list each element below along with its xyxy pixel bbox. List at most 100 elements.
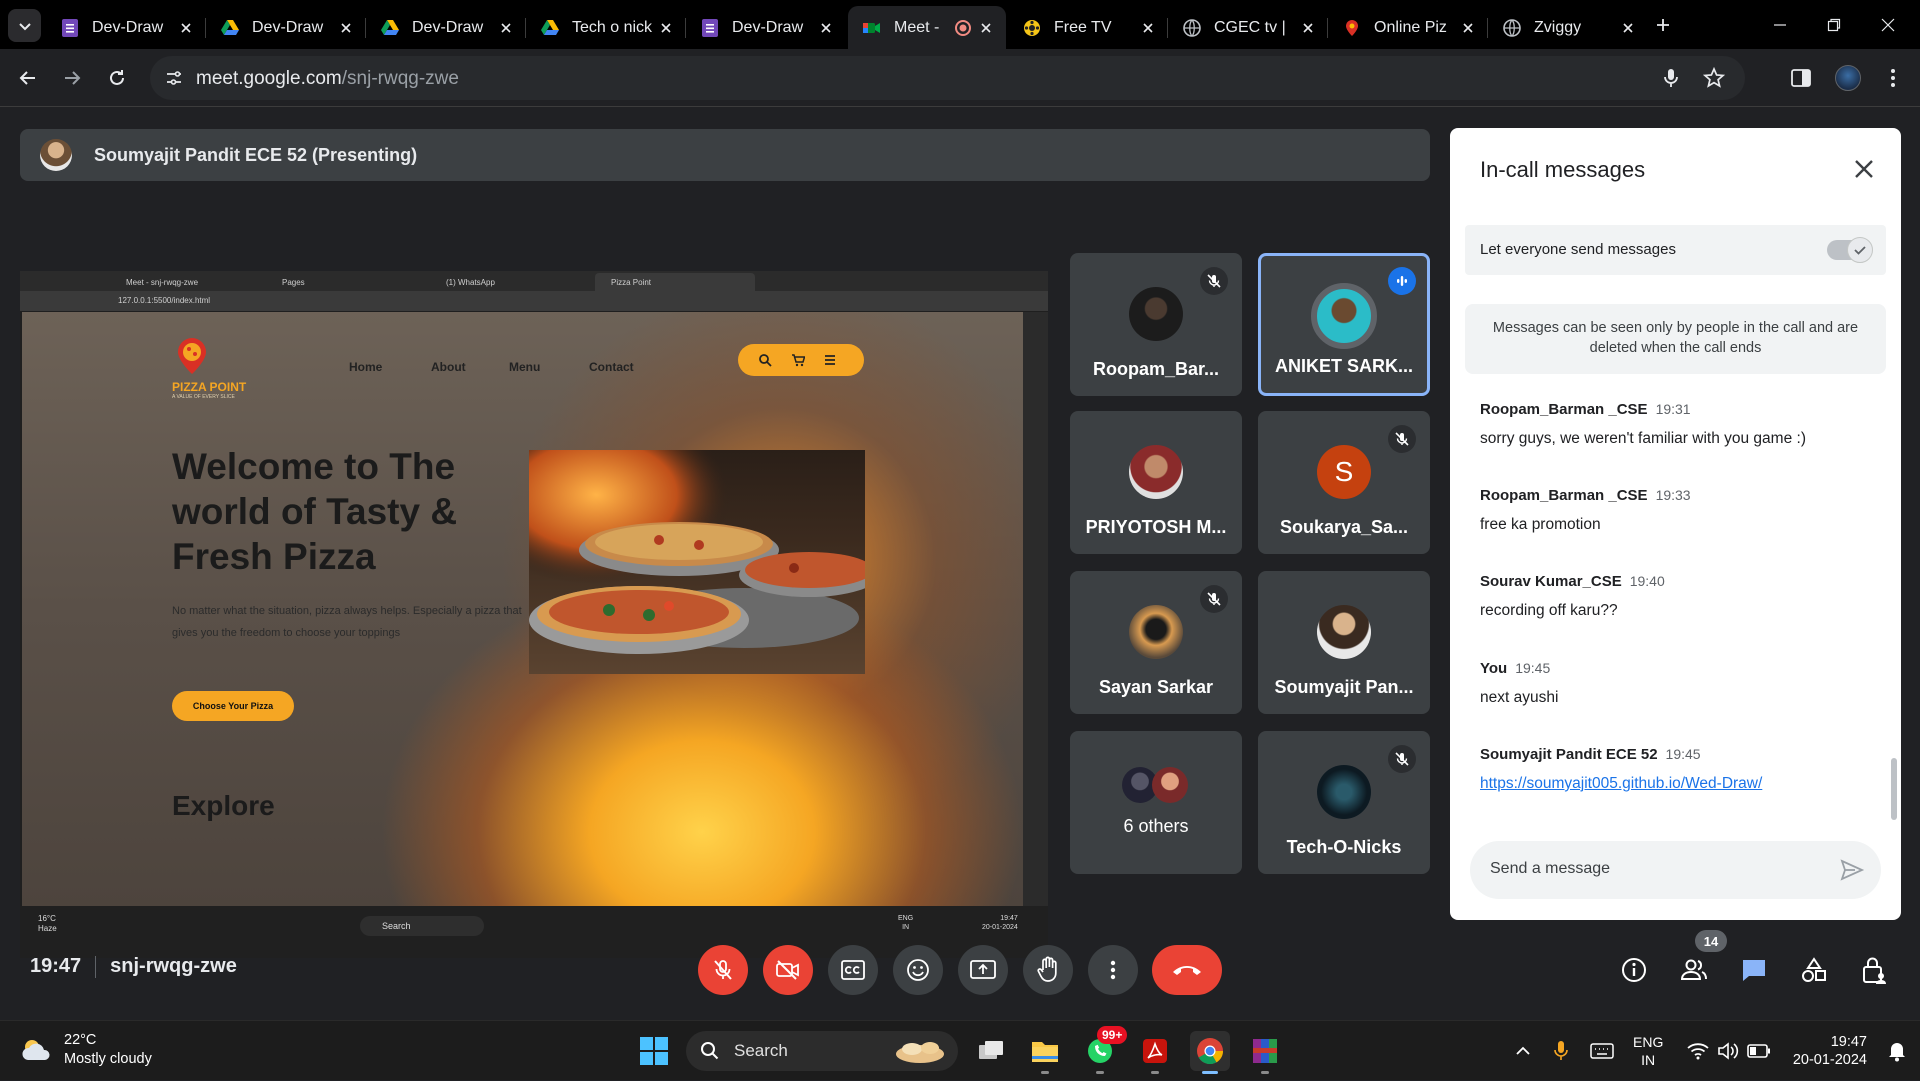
battery-icon[interactable] [1747, 1044, 1771, 1058]
whatsapp-button[interactable]: 99+ [1080, 1026, 1128, 1074]
participant-tile[interactable]: Tech-O-Nicks [1258, 731, 1430, 874]
camera-off-icon [776, 960, 799, 980]
close-icon[interactable] [1851, 156, 1877, 182]
participant-group-tile[interactable]: 6 others [1070, 731, 1242, 874]
message-time: 19:45 [1515, 660, 1551, 676]
taskbar-clock[interactable]: 19:47 20-01-2024 [1787, 1033, 1867, 1069]
participant-tile[interactable]: PRIYOTOSH M... [1070, 411, 1242, 554]
send-icon[interactable] [1839, 857, 1865, 883]
site-headline: Welcome to The world of Tasty & Fresh Pi… [172, 446, 458, 577]
language-indicator[interactable]: ENG IN [1633, 1033, 1663, 1069]
drive-icon [381, 19, 399, 35]
side-panel-button[interactable] [1784, 61, 1818, 95]
close-icon[interactable] [978, 20, 994, 36]
message-link[interactable]: https://soumyajit005.github.io/Wed-Draw/ [1480, 775, 1762, 792]
bookmark-star-icon[interactable] [1703, 67, 1725, 89]
running-indicator [1041, 1071, 1049, 1074]
speaking-indicator [1388, 267, 1416, 295]
closed-captions-icon [841, 960, 865, 980]
address-bar[interactable]: meet.google.com/snj-rwqg-zwe [150, 56, 1745, 100]
host-controls-button[interactable] [1851, 947, 1897, 993]
people-button[interactable] [1671, 947, 1717, 993]
acrobat-button[interactable] [1135, 1031, 1175, 1074]
tab-title: Meet - [894, 18, 940, 36]
notification-bell-icon[interactable] [1887, 1040, 1907, 1062]
close-icon[interactable] [1460, 20, 1476, 36]
close-icon[interactable] [498, 20, 514, 36]
cloudy-weather-icon [22, 1040, 50, 1060]
present-button[interactable] [958, 945, 1008, 995]
site-nav-about: About [431, 360, 466, 374]
close-icon[interactable] [1620, 20, 1636, 36]
mic-toggle-button[interactable] [698, 945, 748, 995]
minimize-button[interactable] [1760, 8, 1800, 42]
language-line2: IN [1641, 1052, 1656, 1068]
chat-button[interactable] [1731, 947, 1777, 993]
browser-tab-active[interactable]: Meet - [848, 6, 1006, 49]
start-button[interactable] [634, 1031, 674, 1071]
browser-tab[interactable]: CGEC tv | [1168, 6, 1328, 49]
close-icon[interactable] [1300, 20, 1316, 36]
raise-hand-button[interactable] [1023, 945, 1073, 995]
activities-button[interactable] [1791, 947, 1837, 993]
taskbar-search[interactable]: Search [686, 1031, 958, 1071]
emoji-icon [907, 959, 929, 981]
microphone-icon[interactable] [1661, 67, 1681, 89]
weather-widget[interactable]: 22°C Mostly cloudy [20, 1031, 152, 1069]
microphone-in-use-icon[interactable] [1553, 1040, 1569, 1062]
allow-messages-toggle[interactable] [1827, 237, 1873, 263]
wifi-icon[interactable] [1687, 1042, 1709, 1060]
close-icon[interactable] [818, 20, 834, 36]
browser-tab[interactable]: Dev-Draw [46, 6, 206, 49]
volume-icon[interactable] [1717, 1042, 1739, 1060]
pizza-logo-icon [178, 338, 206, 374]
reactions-button[interactable] [893, 945, 943, 995]
send-message-input[interactable]: Send a message [1470, 841, 1881, 899]
profile-button[interactable] [1831, 61, 1865, 95]
browser-menu-button[interactable] [1876, 61, 1910, 95]
site-section-heading: Explore [172, 790, 275, 821]
new-tab-button[interactable] [1643, 8, 1683, 42]
restore-button[interactable] [1814, 8, 1854, 42]
reload-button[interactable] [100, 61, 134, 95]
site-settings-icon[interactable] [164, 68, 184, 88]
group-avatar [1152, 767, 1188, 803]
participant-tile[interactable]: Roopam_Bar... [1070, 253, 1242, 396]
browser-tab[interactable]: Zviggy [1488, 6, 1648, 49]
browser-tab[interactable]: Dev-Draw [686, 6, 846, 49]
keyboard-icon[interactable] [1590, 1042, 1614, 1060]
task-view-button[interactable] [971, 1031, 1011, 1071]
chrome-icon [1197, 1038, 1224, 1065]
forward-button[interactable] [55, 61, 89, 95]
chrome-button[interactable] [1190, 1031, 1230, 1074]
close-icon[interactable] [658, 20, 674, 36]
captions-button[interactable] [828, 945, 878, 995]
participant-avatar [1129, 605, 1183, 659]
meeting-details-button[interactable] [1611, 947, 1657, 993]
leave-call-button[interactable] [1152, 945, 1222, 995]
people-count-badge: 14 [1695, 930, 1727, 952]
winrar-button[interactable] [1245, 1031, 1285, 1074]
tab-search-button[interactable] [8, 9, 41, 42]
browser-tab[interactable]: Free TV [1008, 6, 1168, 49]
browser-tab[interactable]: Tech o nick [526, 6, 686, 49]
chevron-up-icon[interactable] [1514, 1042, 1532, 1060]
close-icon[interactable] [178, 20, 194, 36]
participant-tile[interactable]: S Soukarya_Sa... [1258, 411, 1430, 554]
close-icon[interactable] [1140, 20, 1156, 36]
close-icon[interactable] [338, 20, 354, 36]
browser-tab[interactable]: Online Piz [1328, 6, 1488, 49]
participant-letter: S [1334, 456, 1354, 487]
file-explorer-button[interactable] [1025, 1031, 1065, 1074]
chat-message: Roopam_Barman _CSE 19:33 free ka promotio… [1480, 487, 1880, 534]
browser-tab[interactable]: Dev-Draw [206, 6, 366, 49]
camera-toggle-button[interactable] [763, 945, 813, 995]
close-window-button[interactable] [1868, 8, 1908, 42]
chat-scrollbar[interactable] [1891, 758, 1897, 820]
participant-tile[interactable]: Soumyajit Pan... [1258, 571, 1430, 714]
participant-tile-speaking[interactable]: ANIKET SARK... [1258, 253, 1430, 396]
participant-tile[interactable]: Sayan Sarkar [1070, 571, 1242, 714]
browser-tab[interactable]: Dev-Draw [366, 6, 526, 49]
back-button[interactable] [11, 61, 45, 95]
more-options-button[interactable] [1088, 945, 1138, 995]
